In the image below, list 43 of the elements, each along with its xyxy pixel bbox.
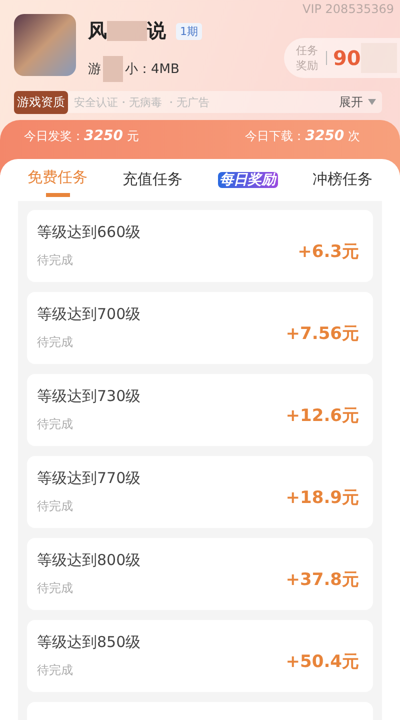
qualification-features: 安全认证・无病毒 ・无广告 [74, 94, 210, 110]
task-card[interactable]: 等级达到660级 待完成 +6.3元 [27, 210, 373, 282]
task-status: 待完成 [37, 662, 74, 679]
reward-pill: 任务奖励 90 [284, 38, 400, 78]
stat-text: 今日下载：3250 次 [245, 128, 360, 146]
task-title: 等级达到700级 [37, 305, 141, 324]
task-reward: +7.56元 [286, 322, 359, 344]
task-status: 待完成 [37, 334, 74, 351]
task-status: 待完成 [37, 580, 74, 597]
redaction-block [103, 56, 123, 82]
stat-text: 今日发奖：3250 元 [24, 128, 139, 146]
task-reward: +37.8元 [286, 568, 359, 590]
task-reward: +12.6元 [286, 404, 359, 426]
game-size: 游 [88, 61, 101, 78]
game-title: 说 [147, 19, 166, 44]
task-reward: +6.3元 [298, 240, 359, 262]
task-card[interactable]: 等级达到800级 待完成 +37.8元 [27, 538, 373, 610]
task-title: 等级达到800级 [37, 551, 141, 570]
task-card[interactable]: 等级达到730级 待完成 +12.6元 [27, 374, 373, 446]
task-status: 待完成 [37, 416, 74, 433]
game-title: 风 [88, 19, 107, 44]
task-status: 待完成 [37, 498, 74, 515]
task-reward: +18.9元 [286, 486, 359, 508]
task-card[interactable]: 等级达到850级 待完成 +50.4元 [27, 620, 373, 692]
game-size: 小：4MB [125, 61, 180, 78]
period-badge: 1期 [176, 22, 202, 40]
task-title: 等级达到730级 [37, 387, 141, 406]
caret-icon [368, 99, 376, 105]
tab[interactable]: 充值任务 [120, 165, 184, 201]
task-title: 等级达到770级 [37, 469, 141, 488]
redaction-block [107, 21, 147, 41]
task-title: 等级达到660级 [37, 223, 141, 242]
vip-id: VIP 208535369 [302, 2, 394, 16]
expand-button[interactable]: 展开 [333, 94, 382, 110]
task-status: 待完成 [37, 252, 74, 269]
game-cover-placeholder [14, 14, 76, 76]
tab[interactable]: 冲榜任务 [310, 165, 374, 201]
task-card[interactable]: 等级达到770级 待完成 +18.9元 [27, 456, 373, 528]
task-reward: +50.4元 [286, 650, 359, 672]
task-card[interactable]: 等级达到700级 待完成 +7.56元 [27, 292, 373, 364]
qualification-tag: 游戏资质 [14, 90, 68, 114]
tab[interactable]: 每日奖励 [216, 165, 280, 201]
task-title: 等级达到850级 [37, 633, 141, 652]
